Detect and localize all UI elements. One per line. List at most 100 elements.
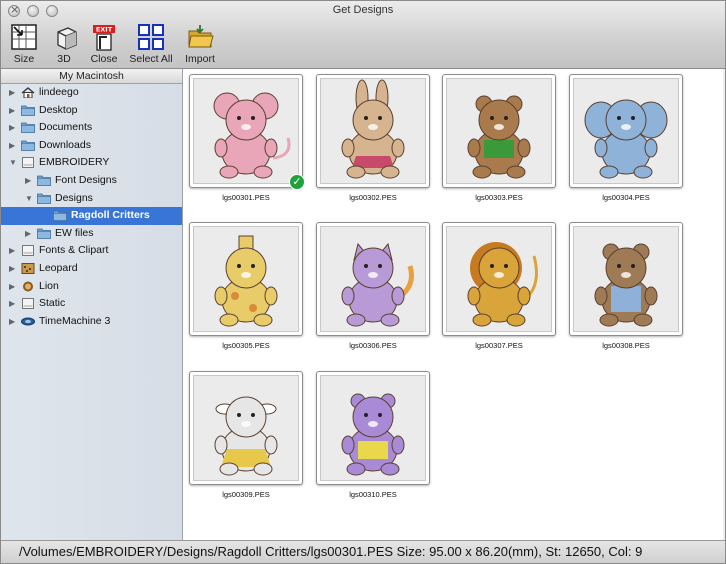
status-bar: /Volumes/EMBROIDERY/Designs/Ragdoll Crit… [1, 540, 725, 563]
bear-embroidery-image [467, 95, 531, 179]
sidebar-item-static[interactable]: ▶ Static [1, 295, 182, 313]
sidebar-item-fonts-clipart[interactable]: ▶ Fonts & Clipart [1, 242, 182, 260]
size-grid-icon [11, 24, 37, 50]
svg-text:EXIT: EXIT [96, 26, 113, 34]
disclosure-collapsed-icon[interactable]: ▶ [9, 295, 15, 312]
get-designs-window: Get Designs Size 3D EXIT [0, 0, 726, 564]
disclosure-collapsed-icon[interactable]: ▶ [9, 119, 15, 136]
sidebar-item-label: Fonts & Clipart [39, 244, 109, 257]
sidebar-item-designs[interactable]: ▼ Designs [1, 190, 182, 208]
sidebar-item-label: Leopard [39, 262, 78, 274]
folder-import-icon [188, 25, 214, 48]
3d-label: 3D [57, 53, 71, 65]
elephant-embroidery-image [584, 99, 668, 179]
design-filename: lgs00307.PES [475, 341, 523, 350]
design-filename: lgs00309.PES [222, 490, 270, 499]
sidebar-item-desktop[interactable]: ▶ Desktop [1, 102, 182, 120]
disclosure-collapsed-icon[interactable]: ▶ [9, 278, 15, 295]
design-thumbnail-monkey[interactable] [569, 222, 683, 336]
folder-icon [53, 210, 67, 222]
drive-icon [22, 157, 34, 169]
sidebar-item-leopard[interactable]: ▶ Leopard [1, 260, 182, 278]
sidebar-item-label: TimeMachine 3 [39, 314, 111, 327]
import-button[interactable]: Import [181, 23, 219, 67]
design-filename: lgs00301.PES [222, 193, 270, 202]
close-label: Close [90, 53, 118, 65]
sidebar-item-label: Desktop [39, 103, 78, 116]
sidebar-item-downloads[interactable]: ▶ Downloads [1, 137, 182, 155]
disclosure-expanded-icon[interactable]: ▼ [25, 190, 33, 207]
exit-door-icon: EXIT [93, 25, 115, 51]
sidebar-item-label: Lion [39, 279, 59, 292]
design-thumbnail-elephant[interactable] [569, 74, 683, 188]
disclosure-collapsed-icon[interactable]: ▶ [9, 313, 15, 330]
design-thumbnail-cat[interactable] [316, 222, 430, 336]
disclosure-expanded-icon[interactable]: ▼ [9, 154, 17, 171]
sidebar-item-label: Documents [39, 121, 93, 134]
design-filename: lgs00302.PES [349, 193, 397, 202]
sidebar-item-label: Font Designs [55, 174, 117, 186]
leopard-icon [21, 263, 35, 274]
home-icon [21, 87, 35, 98]
folder-icon [21, 105, 35, 116]
sidebar-item-documents[interactable]: ▶ Documents [1, 119, 182, 137]
disclosure-collapsed-icon[interactable]: ▶ [9, 137, 15, 154]
sidebar-item-label: EMBROIDERY [39, 156, 110, 169]
disclosure-collapsed-icon[interactable]: ▶ [9, 102, 15, 119]
sidebar-item-lindeego[interactable]: ▶ lindeego [1, 84, 182, 102]
lion-embroidery-image [467, 242, 538, 327]
sidebar-item-ew-files[interactable]: ▶ EW files [1, 225, 182, 243]
folder-icon [37, 228, 51, 239]
design-filename: lgs00303.PES [475, 193, 523, 202]
sidebar-header: My Macintosh [1, 69, 182, 84]
design-thumbnail-cow[interactable] [189, 371, 303, 485]
lion-icon [23, 281, 33, 292]
select-all-label: Select All [129, 53, 173, 65]
sidebar-item-label: Ragdoll Critters [71, 209, 150, 222]
sidebar-item-embroidery[interactable]: ▼ EMBROIDERY [1, 154, 182, 172]
design-filename: lgs00308.PES [602, 341, 650, 350]
design-grid: lgs00301.PES ✓ lgs00302.PES lgs00303.PES … [184, 69, 725, 540]
3d-button[interactable]: 3D [52, 23, 77, 67]
design-thumbnail-lion[interactable] [442, 222, 556, 336]
disclosure-collapsed-icon[interactable]: ▶ [9, 84, 15, 101]
sidebar-item-ragdoll-critters[interactable]: ▶Ragdoll Critters [1, 207, 182, 225]
sidebar-item-label: Designs [55, 191, 93, 204]
disclosure-collapsed-icon[interactable]: ▶ [25, 225, 31, 242]
sidebar-item-label: Static [39, 297, 66, 310]
size-button[interactable]: Size [10, 23, 38, 67]
close-button[interactable]: EXIT Close [88, 23, 120, 67]
sidebar-item-label: lindeego [39, 86, 79, 98]
timemachine-icon [21, 317, 35, 326]
sidebar-item-lion[interactable]: ▶ Lion [1, 278, 182, 296]
hippo-embroidery-image [341, 393, 405, 476]
import-label: Import [185, 53, 215, 65]
sidebar-item-label: EW files [55, 226, 94, 239]
folder-icon [21, 140, 35, 151]
sidebar-item-timemachine-3[interactable]: ▶ TimeMachine 3 [1, 313, 182, 331]
disclosure-collapsed-icon[interactable]: ▶ [9, 242, 15, 259]
vertical-scrollbar[interactable] [723, 69, 725, 540]
design-filename: lgs00305.PES [222, 341, 270, 350]
monkey-embroidery-image [594, 243, 658, 327]
drive-icon [22, 298, 34, 310]
disclosure-collapsed-icon[interactable]: ▶ [25, 172, 31, 189]
select-all-button[interactable]: Select All [127, 23, 175, 67]
design-thumbnail-bear[interactable] [442, 74, 556, 188]
design-thumbnail-hippo[interactable] [316, 371, 430, 485]
design-thumbnail-mouse[interactable] [189, 74, 303, 188]
design-thumbnail-bunny[interactable] [316, 74, 430, 188]
sidebar-item-font-designs[interactable]: ▶ Font Designs [1, 172, 182, 190]
window-title: Get Designs [332, 4, 394, 16]
title-bar: Get Designs Size 3D EXIT [1, 1, 725, 69]
folder-icon [21, 122, 35, 134]
disclosure-collapsed-icon[interactable]: ▶ [9, 260, 15, 277]
design-filename: lgs00306.PES [349, 341, 397, 350]
giraffe-embroidery-image [214, 235, 278, 327]
bunny-embroidery-image [341, 79, 405, 179]
design-thumbnail-giraffe[interactable] [189, 222, 303, 336]
sidebar: My Macintosh ▶ lindeego ▶ Desktop ▶ Documents… [1, 69, 183, 540]
folder-icon [37, 175, 51, 186]
selected-check-icon: ✓ [289, 174, 305, 190]
sidebar-item-label: Downloads [39, 138, 91, 151]
